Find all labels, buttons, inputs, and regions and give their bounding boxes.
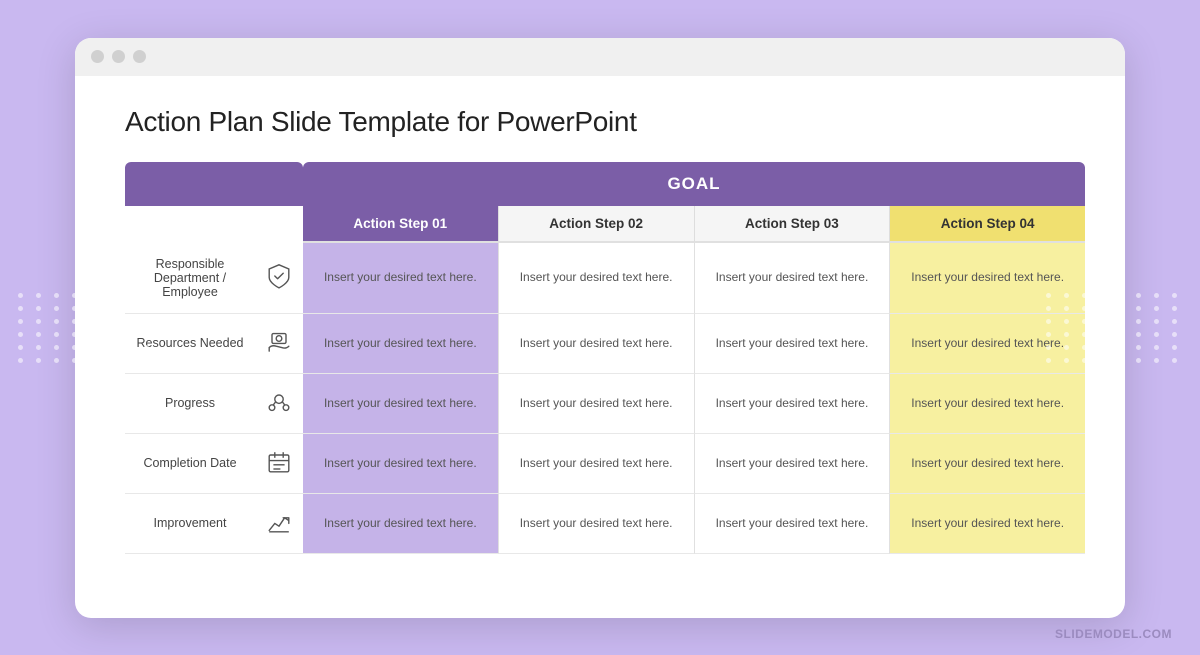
cell-text-r1-c1: Insert your desired text here.: [520, 336, 673, 350]
cell-r2-c3: Insert your desired text here.: [890, 374, 1085, 434]
browser-dot-red: [91, 50, 104, 63]
browser-content: Action Plan Slide Template for PowerPoin…: [75, 76, 1125, 584]
decorative-dots-left: (function(){ const d = document.querySel…: [18, 293, 154, 363]
cell-text-r2-c3: Insert your desired text here.: [911, 396, 1064, 410]
cell-text-r0-c1: Insert your desired text here.: [520, 270, 673, 284]
cell-text-r3-c2: Insert your desired text here.: [716, 456, 869, 470]
cell-text-r1-c3: Insert your desired text here.: [911, 336, 1064, 350]
table-row: Resources Needed Insert your desired tex…: [125, 314, 1085, 374]
cell-text-r1-c2: Insert your desired text here.: [716, 336, 869, 350]
cell-r3-c0: Insert your desired text here.: [303, 434, 498, 494]
cell-text-r2-c2: Insert your desired text here.: [716, 396, 869, 410]
cell-r2-c2: Insert your desired text here.: [695, 374, 891, 434]
cell-r4-c1: Insert your desired text here.: [498, 494, 695, 554]
browser-bar: [75, 38, 1125, 76]
cell-text-r3-c3: Insert your desired text here.: [911, 456, 1064, 470]
cell-text-r1-c0: Insert your desired text here.: [324, 336, 477, 350]
cell-r3-c3: Insert your desired text here.: [890, 434, 1085, 494]
cell-text-r4-c3: Insert your desired text here.: [911, 516, 1064, 530]
browser-dot-green: [133, 50, 146, 63]
browser-window: Action Plan Slide Template for PowerPoin…: [75, 38, 1125, 618]
row-icon-3: [255, 434, 303, 494]
col-header-step2: Action Step 02: [498, 206, 695, 243]
action-table: GOAL Action Step 01 Action Step 02 Actio…: [125, 162, 1085, 554]
table-row: Completion Date Insert your desired text…: [125, 434, 1085, 494]
cell-text-r4-c2: Insert your desired text here.: [716, 516, 869, 530]
row-icon-1: [255, 314, 303, 374]
row-label-2: Progress: [125, 374, 255, 434]
cell-r4-c2: Insert your desired text here.: [695, 494, 891, 554]
cell-text-r4-c0: Insert your desired text here.: [324, 516, 477, 530]
decorative-dots-right: (function(){ const d = document.querySel…: [1046, 293, 1182, 363]
cell-r1-c2: Insert your desired text here.: [695, 314, 891, 374]
cell-text-r3-c1: Insert your desired text here.: [520, 456, 673, 470]
table-row: Improvement Insert your desired text her…: [125, 494, 1085, 554]
row-icon-4: [255, 494, 303, 554]
cell-r0-c1: Insert your desired text here.: [498, 243, 695, 314]
cell-text-r0-c2: Insert your desired text here.: [716, 270, 869, 284]
slide-title: Action Plan Slide Template for PowerPoin…: [125, 106, 1085, 138]
cell-r2-c0: Insert your desired text here.: [303, 374, 498, 434]
table-row: Responsible Department / Employee Insert…: [125, 243, 1085, 314]
cell-text-r2-c1: Insert your desired text here.: [520, 396, 673, 410]
cell-text-r4-c1: Insert your desired text here.: [520, 516, 673, 530]
cell-text-r3-c0: Insert your desired text here.: [324, 456, 477, 470]
col-header-step1: Action Step 01: [303, 206, 498, 243]
cell-r1-c1: Insert your desired text here.: [498, 314, 695, 374]
cell-text-r0-c0: Insert your desired text here.: [324, 270, 477, 284]
goal-label: GOAL: [303, 162, 1085, 206]
cell-text-r0-c3: Insert your desired text here.: [911, 270, 1064, 284]
watermark: SLIDEMODEL.COM: [1055, 627, 1172, 641]
col-header-step4: Action Step 04: [890, 206, 1085, 243]
cell-r1-c0: Insert your desired text here.: [303, 314, 498, 374]
cell-r0-c0: Insert your desired text here.: [303, 243, 498, 314]
cell-r3-c2: Insert your desired text here.: [695, 434, 891, 494]
row-icon-2: [255, 374, 303, 434]
col-header-step3: Action Step 03: [695, 206, 891, 243]
cell-r3-c1: Insert your desired text here.: [498, 434, 695, 494]
table-row: Progress Insert your desired text here. I…: [125, 374, 1085, 434]
row-label-3: Completion Date: [125, 434, 255, 494]
goal-header-row: GOAL: [125, 162, 1085, 206]
cell-r0-c2: Insert your desired text here.: [695, 243, 891, 314]
browser-dot-yellow: [112, 50, 125, 63]
cell-r4-c0: Insert your desired text here.: [303, 494, 498, 554]
row-label-4: Improvement: [125, 494, 255, 554]
column-headers-row: Action Step 01 Action Step 02 Action Ste…: [125, 206, 1085, 243]
cell-r4-c3: Insert your desired text here.: [890, 494, 1085, 554]
row-icon-0: [255, 243, 303, 314]
cell-text-r2-c0: Insert your desired text here.: [324, 396, 477, 410]
cell-r2-c1: Insert your desired text here.: [498, 374, 695, 434]
